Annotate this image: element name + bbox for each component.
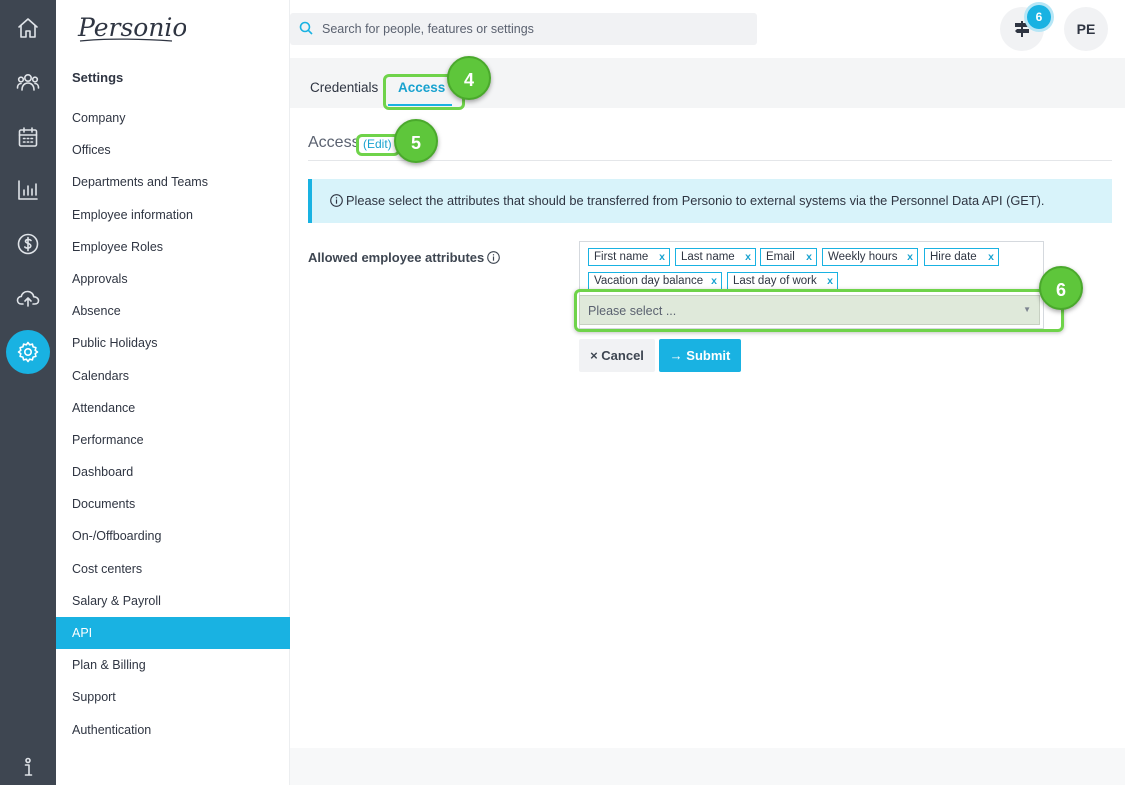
rail-calendar[interactable] xyxy=(0,115,56,159)
tag-label: Vacation day balance xyxy=(594,275,704,287)
tag-remove-button[interactable]: x xyxy=(988,249,994,265)
people-icon xyxy=(16,74,40,91)
attribute-tag: Hire date x xyxy=(924,248,999,266)
menu-item-authentication[interactable]: Authentication xyxy=(56,714,290,746)
menu-item-approvals[interactable]: Approvals xyxy=(56,263,290,295)
menu-item-calendars[interactable]: Calendars xyxy=(56,360,290,392)
rail-settings-bubble xyxy=(6,330,50,374)
step-badge-edit-link: 5 xyxy=(394,119,438,163)
dollar-icon xyxy=(17,233,39,255)
menu-item-api[interactable]: API xyxy=(56,617,290,650)
user-avatar[interactable]: PE xyxy=(1064,7,1108,51)
attribute-tag: Weekly hours x xyxy=(822,248,918,266)
rail-settings[interactable] xyxy=(0,330,56,374)
tag-remove-button[interactable]: x xyxy=(806,249,812,265)
logo-image: Personio xyxy=(77,13,187,42)
menu-item-company[interactable]: Company xyxy=(56,102,290,134)
menu-item-support[interactable]: Support xyxy=(56,681,290,713)
settings-title: Settings xyxy=(72,70,124,85)
menu-item-cost-centers[interactable]: Cost centers xyxy=(56,553,290,585)
bar-chart-icon xyxy=(18,180,38,200)
global-search xyxy=(290,13,757,45)
info-banner: Please select the attributes that should… xyxy=(308,179,1112,223)
arrow-right-icon: → xyxy=(669,348,683,363)
attribute-tag: First name x xyxy=(588,248,670,266)
menu-item-offices[interactable]: Offices xyxy=(56,134,290,166)
tag-remove-button[interactable]: x xyxy=(827,273,833,289)
info-banner-text: Please select the attributes that should… xyxy=(346,193,1045,208)
attribute-tag: Last day of work x xyxy=(727,272,838,290)
step-badge-access-tab: 4 xyxy=(447,56,491,100)
menu-item-performance[interactable]: Performance xyxy=(56,424,290,456)
tag-remove-button[interactable]: x xyxy=(907,249,913,265)
highlight-select-field xyxy=(574,289,1064,332)
info-circle-icon xyxy=(330,194,343,207)
menu-item-onboarding[interactable]: On-/Offboarding xyxy=(56,520,290,552)
menu-item-employee-information[interactable]: Employee information xyxy=(56,199,290,231)
settings-sidebar: Personio Settings Company Offices Depart… xyxy=(56,0,290,785)
menu-item-absence[interactable]: Absence xyxy=(56,295,290,327)
tag-remove-button[interactable]: x xyxy=(659,249,665,265)
tab-credentials[interactable]: Credentials xyxy=(310,80,378,95)
rail-people[interactable] xyxy=(0,60,56,104)
menu-item-plan-billing[interactable]: Plan & Billing xyxy=(56,649,290,681)
cloud-upload-icon xyxy=(16,290,40,307)
rail-reports[interactable] xyxy=(0,168,56,212)
menu-item-public-holidays[interactable]: Public Holidays xyxy=(56,327,290,359)
rail-integrations[interactable] xyxy=(0,276,56,320)
tag-label: Weekly hours xyxy=(828,251,898,263)
left-rail xyxy=(0,0,56,785)
tag-label: First name xyxy=(594,251,649,263)
allowed-attributes-label: Allowed employee attributes xyxy=(308,250,485,265)
search-icon xyxy=(299,21,313,35)
tag-label: Email xyxy=(766,251,795,263)
notification-count-badge: 6 xyxy=(1027,5,1051,29)
personio-logo[interactable]: Personio xyxy=(76,8,187,48)
submit-label: Submit xyxy=(686,348,731,363)
attribute-tag: Last name x xyxy=(675,248,756,266)
rail-payroll[interactable] xyxy=(0,222,56,266)
cancel-button[interactable]: × Cancel xyxy=(579,339,655,372)
attribute-tag: Email x xyxy=(760,248,817,266)
svg-text:Personio: Personio xyxy=(77,13,186,42)
section-divider xyxy=(308,160,1112,161)
section-title: Access xyxy=(308,134,360,151)
menu-item-dashboard[interactable]: Dashboard xyxy=(56,456,290,488)
attribute-tag: Vacation day balance x xyxy=(588,272,722,290)
tag-remove-button[interactable]: x xyxy=(711,273,717,289)
tag-label: Last name xyxy=(681,251,735,263)
rail-home[interactable] xyxy=(0,6,56,50)
menu-item-salary-payroll[interactable]: Salary & Payroll xyxy=(56,585,290,617)
tag-label: Last day of work xyxy=(733,275,817,287)
tag-label: Hire date xyxy=(930,251,977,263)
rail-help[interactable] xyxy=(0,746,56,785)
home-icon xyxy=(18,18,38,38)
gear-icon xyxy=(17,341,39,363)
menu-item-employee-roles[interactable]: Employee Roles xyxy=(56,231,290,263)
menu-item-departments-teams[interactable]: Departments and Teams xyxy=(56,166,290,198)
close-icon: × xyxy=(590,348,598,363)
search-input[interactable] xyxy=(322,13,742,45)
submit-button[interactable]: → Submit xyxy=(659,339,741,372)
settings-menu: Company Offices Departments and Teams Em… xyxy=(56,102,290,746)
info-circle-icon[interactable] xyxy=(487,251,500,264)
tab-bar: Credentials Access xyxy=(290,58,1125,110)
cancel-label: Cancel xyxy=(601,348,644,363)
info-person-icon xyxy=(24,757,33,776)
menu-item-attendance[interactable]: Attendance xyxy=(56,392,290,424)
step-badge-select-field: 6 xyxy=(1039,266,1083,310)
tag-remove-button[interactable]: x xyxy=(745,249,751,265)
menu-item-documents[interactable]: Documents xyxy=(56,488,290,520)
calendar-icon xyxy=(18,127,38,147)
top-bar: 6 PE xyxy=(290,0,1125,58)
